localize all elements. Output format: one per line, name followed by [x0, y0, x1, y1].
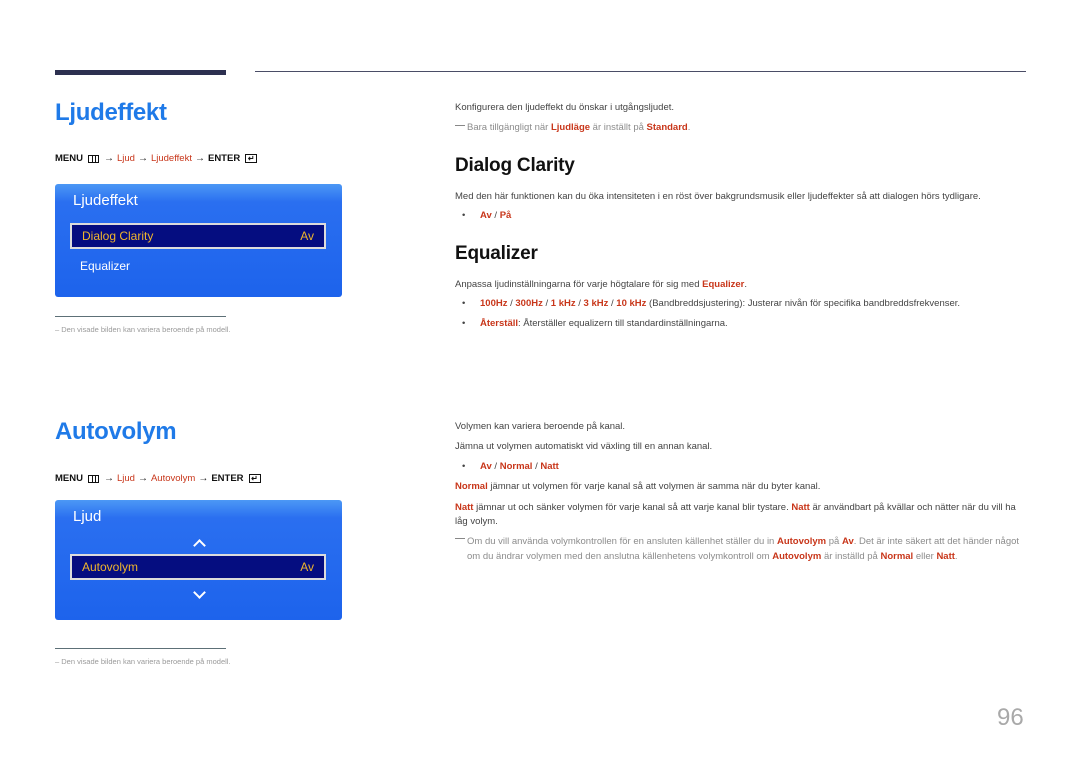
- tv-menu-item-label: Dialog Clarity: [82, 229, 154, 243]
- chevron-down-icon[interactable]: [192, 586, 206, 599]
- dialog-clarity-options: • Av / På: [462, 210, 512, 221]
- equalizer-bands-bullet: • 100Hz / 300Hz / 1 kHz / 3 kHz / 10 kHz …: [462, 298, 961, 309]
- bullet-icon: •: [462, 318, 466, 329]
- tv-menu-item-value: Av: [300, 229, 314, 243]
- tv-menu-item-dialog-clarity[interactable]: Dialog Clarity Av: [70, 223, 326, 249]
- availability-note: Bara tillgängligt när Ljudläge är instäl…: [455, 122, 690, 133]
- menu-label: MENU: [55, 153, 83, 164]
- footnote-text: Den visade bilden kan variera beroende p…: [61, 325, 231, 334]
- footnote-ljudeffekt: – Den visade bilden kan variera beroende…: [55, 325, 231, 334]
- menu-icon: [87, 474, 99, 483]
- keyword-standard: Standard: [646, 122, 688, 133]
- arrow-icon: →: [137, 473, 148, 484]
- tv-panel-title: Ljudeffekt: [73, 192, 138, 209]
- section-title-ljudeffekt: Ljudeffekt: [55, 99, 167, 126]
- bullet-icon: •: [462, 298, 466, 309]
- natt-description: Natt jämnar ut och sänker volymen för va…: [455, 502, 1016, 527]
- tv-menu-item-autovolym[interactable]: Autovolym Av: [70, 554, 326, 580]
- enter-icon: ↵: [245, 154, 258, 163]
- menu-icon: [87, 154, 99, 163]
- heading-dialog-clarity: Dialog Clarity: [455, 155, 575, 176]
- section-title-autovolym: Autovolym: [55, 418, 177, 445]
- tv-menu-item-label: Equalizer: [80, 259, 131, 273]
- bullet-icon: •: [462, 210, 466, 221]
- header-rule: [255, 71, 1026, 72]
- option-normal: Normal: [499, 461, 533, 472]
- tv-menu-panel-ljud: Ljud Autovolym Av: [55, 500, 342, 620]
- menu-step-autovolym: Autovolym: [150, 473, 196, 484]
- enter-label: ENTER: [207, 153, 241, 164]
- option-av: Av: [480, 461, 492, 472]
- header-bar-accent: [55, 70, 226, 75]
- normal-description: Normal jämnar ut volymen för varje kanal…: [455, 481, 821, 492]
- tv-menu-item-label: Autovolym: [82, 560, 139, 574]
- autovolym-options: • Av / Normal / Natt: [462, 461, 559, 472]
- menu-step-ljud: Ljud: [116, 473, 135, 484]
- arrow-icon: →: [194, 153, 205, 164]
- keyword-equalizer: Equalizer: [702, 279, 745, 290]
- arrow-icon: →: [198, 473, 209, 484]
- footnote-rule: [55, 648, 226, 649]
- menu-label: MENU: [55, 473, 83, 484]
- footnote-text: Den visade bilden kan variera beroende p…: [61, 657, 231, 666]
- arrow-icon: →: [103, 473, 114, 484]
- equalizer-text: Anpassa ljudinställningarna för varje hö…: [455, 279, 748, 290]
- autovolym-line1: Volymen kan variera beroende på kanal.: [455, 421, 626, 432]
- tv-menu-panel-ljudeffekt: Ljudeffekt Dialog Clarity Av Equalizer: [55, 184, 342, 297]
- menu-step-ljud: Ljud: [116, 153, 135, 164]
- menu-path-ljudeffekt: MENU → Ljud → Ljudeffekt → ENTER ↵: [55, 153, 258, 164]
- menu-step-ljudeffekt: Ljudeffekt: [150, 153, 192, 164]
- footnote-autovolym: – Den visade bilden kan variera beroende…: [55, 657, 231, 666]
- footnote-rule: [55, 316, 226, 317]
- intro-text: Konfigurera den ljudeffekt du önskar i u…: [455, 102, 675, 113]
- tv-menu-item-value: Av: [300, 560, 314, 574]
- menu-path-autovolym: MENU → Ljud → Autovolym → ENTER ↵: [55, 473, 261, 484]
- autovolym-note: Om du vill använda volymkontrollen för e…: [455, 535, 1025, 564]
- keyword-aterstall: Återställ: [480, 318, 519, 329]
- page-number: 96: [997, 704, 1024, 731]
- autovolym-line2: Jämna ut volymen automatiskt vid växling…: [455, 441, 713, 452]
- tv-panel-title: Ljud: [73, 508, 102, 525]
- note-dash-icon: [455, 538, 465, 539]
- bullet-icon: •: [462, 461, 466, 472]
- note-dash-icon: [455, 125, 465, 126]
- keyword-ljudlage: Ljudläge: [550, 122, 591, 133]
- option-pa: På: [499, 210, 512, 221]
- tv-menu-item-equalizer[interactable]: Equalizer: [70, 253, 326, 279]
- dialog-clarity-text: Med den här funktionen kan du öka intens…: [455, 191, 981, 202]
- option-natt: Natt: [540, 461, 559, 472]
- heading-equalizer: Equalizer: [455, 243, 538, 264]
- equalizer-reset-bullet: • Återställ: Återställer equalizern till …: [462, 318, 728, 329]
- option-av: Av: [480, 210, 492, 221]
- arrow-icon: →: [137, 153, 148, 164]
- enter-label: ENTER: [211, 473, 244, 484]
- arrow-icon: →: [103, 153, 114, 164]
- chevron-up-icon[interactable]: [192, 539, 206, 552]
- enter-icon: ↵: [248, 474, 261, 483]
